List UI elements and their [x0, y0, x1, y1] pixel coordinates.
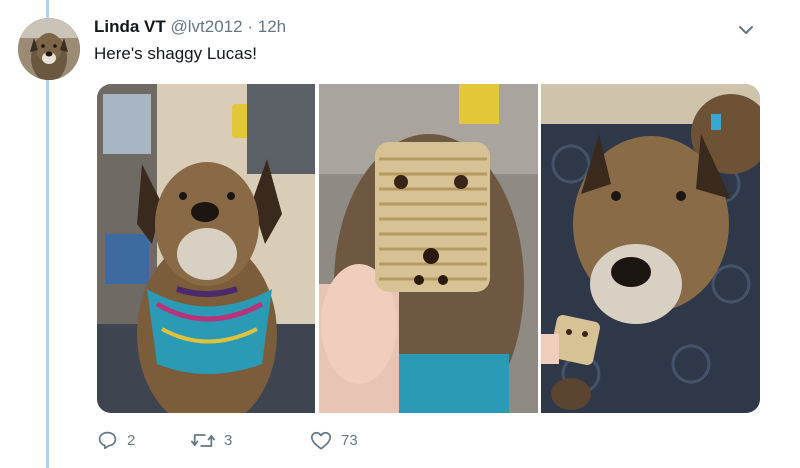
like-button[interactable]: 73 [310, 430, 358, 451]
retweet-icon [191, 434, 215, 447]
author-handle[interactable]: @lvt2012 [171, 17, 243, 36]
retweet-count: 3 [224, 432, 233, 449]
avatar[interactable] [18, 18, 80, 80]
photo-dog-holding-cereal[interactable] [541, 84, 760, 413]
author-name[interactable]: Linda VT [94, 17, 166, 36]
tweet-header: Linda VT @lvt2012 · 12h [94, 17, 286, 37]
tweet-menu-button[interactable] [736, 20, 756, 40]
retweet-button[interactable]: 3 [191, 430, 232, 451]
like-count: 73 [341, 432, 358, 449]
photo-cereal-square-with-face[interactable] [319, 84, 538, 413]
chevron-down-icon [739, 26, 753, 34]
tweet-timestamp[interactable]: 12h [258, 17, 286, 36]
tweet-text: Here's shaggy Lucas! [94, 44, 257, 63]
reply-icon [98, 431, 117, 450]
media-grid [97, 84, 760, 413]
photo-dog-with-bandana[interactable] [97, 84, 315, 413]
reply-count: 2 [127, 432, 136, 449]
avatar-dog-image [18, 18, 80, 80]
reply-button[interactable]: 2 [97, 430, 135, 451]
heart-icon [310, 431, 332, 450]
meta-separator: · [247, 17, 253, 36]
